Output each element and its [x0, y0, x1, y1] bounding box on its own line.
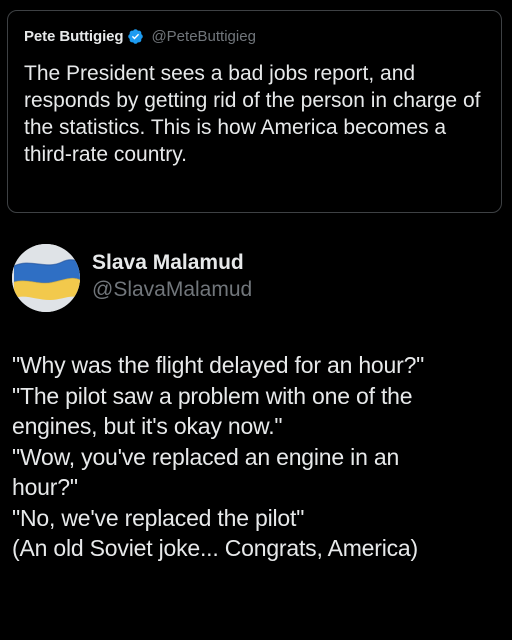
verified-badge-icon — [127, 28, 144, 45]
tweet-text: "Why was the flight delayed for an hour?… — [12, 350, 508, 564]
tweet-text-line: (An old Soviet joke... Congrats, America… — [12, 535, 418, 561]
author-handle[interactable]: @SlavaMalamud — [92, 276, 252, 304]
quoted-author-handle[interactable]: @PeteButtigieg — [151, 28, 255, 45]
quoted-author-name[interactable]: Pete Buttigieg — [24, 28, 124, 45]
quoted-tweet-header: Pete Buttigieg @PeteButtigieg — [24, 26, 487, 46]
tweet-text-line: engines, but it's okay now." — [12, 413, 283, 439]
tweet-text-line: "Why was the flight delayed for an hour?… — [12, 352, 425, 378]
ukraine-flag-avatar-icon[interactable] — [12, 244, 80, 312]
author-name[interactable]: Slava Malamud — [92, 250, 252, 276]
tweet-author-row: Slava Malamud @SlavaMalamud — [12, 244, 252, 312]
author-names: Slava Malamud @SlavaMalamud — [92, 250, 252, 304]
tweet-text-line: hour?" — [12, 474, 78, 500]
tweet-text-line: "Wow, you've replaced an engine in an — [12, 443, 400, 470]
tweet-text-line: "No, we've replaced the pilot" — [12, 504, 305, 531]
quoted-tweet-card[interactable]: Pete Buttigieg @PeteButtigieg The Presid… — [7, 10, 502, 213]
quoted-tweet-text: The President sees a bad jobs report, an… — [24, 62, 481, 166]
screenshot: Pete Buttigieg @PeteButtigieg The Presid… — [0, 0, 512, 640]
tweet-text-line: "The pilot saw a problem with one of the — [12, 382, 413, 409]
